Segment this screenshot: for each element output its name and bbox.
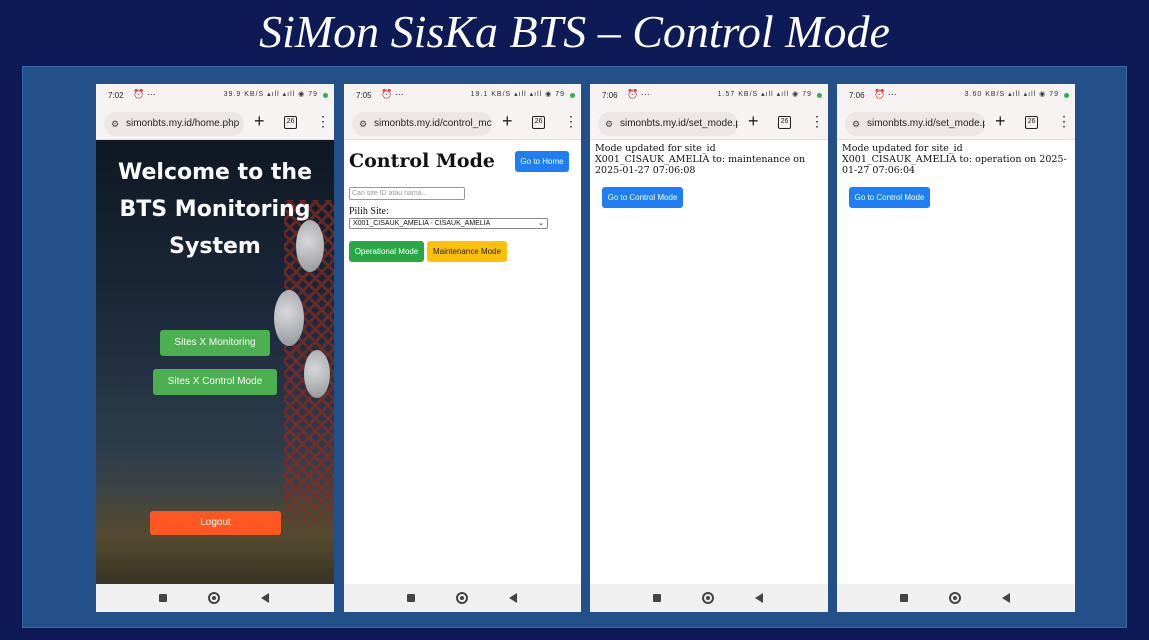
- logout-button[interactable]: Logout: [150, 511, 281, 535]
- tab-switcher-icon[interactable]: 26: [1025, 116, 1038, 129]
- browser-toolbar: ⚙ simonbts.my.id/set_mode.p + 26 ⋮: [837, 108, 1075, 140]
- browser-toolbar: ⚙ simonbts.my.id/control_mc + 26 ⋮: [344, 108, 581, 140]
- page-title: Control Mode: [349, 150, 495, 172]
- sites-control-mode-button[interactable]: Sites X Control Mode: [153, 369, 277, 395]
- go-to-control-mode-button[interactable]: Go to Control Mode: [849, 187, 930, 208]
- signal-battery-icon: 1.57 KB/S ▴ıll ▴ıll ◉ 79: [717, 91, 812, 98]
- alarm-icon: ⏰ ⋯: [874, 89, 897, 99]
- address-bar[interactable]: ⚙ simonbts.my.id/control_mc: [352, 112, 492, 136]
- recents-icon[interactable]: [900, 594, 908, 602]
- welcome-heading: Welcome to the BTS Monitoring System: [118, 160, 312, 259]
- sites-monitoring-button[interactable]: Sites X Monitoring: [160, 330, 270, 356]
- mode-updated-message: Mode updated for site_id X001_CISAUK_AME…: [595, 143, 806, 176]
- signal-battery-icon: 3.60 KB/S ▴ıll ▴ıll ◉ 79: [964, 91, 1059, 98]
- url-text: simonbts.my.id/set_mode.p: [867, 118, 985, 129]
- recents-icon[interactable]: [159, 594, 167, 602]
- url-text: simonbts.my.id/set_mode.p: [620, 118, 738, 129]
- browser-toolbar: ⚙ simonbts.my.id/set_mode.p + 26 ⋮: [590, 108, 828, 140]
- home-icon[interactable]: [702, 592, 714, 604]
- status-time: 7:06: [602, 91, 618, 100]
- status-bar: 7:05 ⏰ ⋯ 19.1 KB/S ▴ıll ▴ıll ◉ 79: [344, 84, 581, 108]
- recents-icon[interactable]: [653, 594, 661, 602]
- signal-battery-icon: 19.1 KB/S ▴ıll ▴ıll ◉ 79: [470, 91, 565, 98]
- status-time: 7:02: [108, 91, 124, 100]
- site-select[interactable]: X001_CISAUK_AMELIA - CISAUK_AMELIA ⌄: [349, 218, 548, 229]
- new-tab-icon[interactable]: +: [254, 111, 265, 132]
- home-icon[interactable]: [456, 592, 468, 604]
- camera-dot-icon: [323, 93, 328, 98]
- phone-home-screen: 7:02 ⏰ ⋯ 39.9 KB/S ▴ıll ▴ıll ◉ 79 ⚙ simo…: [96, 84, 334, 612]
- tab-switcher-icon[interactable]: 26: [532, 116, 545, 129]
- url-text: simonbts.my.id/control_mc: [374, 118, 492, 129]
- status-time: 7:05: [356, 91, 372, 100]
- hills-image: [96, 494, 334, 584]
- home-icon[interactable]: [949, 592, 961, 604]
- address-bar[interactable]: ⚙ simonbts.my.id/home.php: [104, 112, 244, 136]
- menu-kebab-icon[interactable]: ⋮: [564, 113, 578, 130]
- alarm-icon: ⏰ ⋯: [133, 89, 156, 99]
- phone-operation-result-screen: 7:06 ⏰ ⋯ 3.60 KB/S ▴ıll ▴ıll ◉ 79 ⚙ simo…: [837, 84, 1075, 612]
- android-nav-bar: [96, 584, 334, 612]
- new-tab-icon[interactable]: +: [995, 111, 1006, 132]
- site-settings-icon[interactable]: ⚙: [359, 112, 367, 136]
- tab-switcher-icon[interactable]: 26: [284, 116, 297, 129]
- chevron-down-icon: ⌄: [538, 220, 544, 227]
- pilih-site-label: Pilih Site:: [349, 206, 389, 217]
- dish-antenna-image: [274, 290, 304, 346]
- phone-maintenance-result-screen: 7:06 ⏰ ⋯ 1.57 KB/S ▴ıll ▴ıll ◉ 79 ⚙ simo…: [590, 84, 828, 612]
- site-search-input[interactable]: [349, 187, 465, 200]
- back-icon[interactable]: [1002, 593, 1010, 603]
- back-icon[interactable]: [755, 593, 763, 603]
- camera-dot-icon: [570, 93, 575, 98]
- alarm-icon: ⏰ ⋯: [627, 89, 650, 99]
- phone-control-mode-screen: 7:05 ⏰ ⋯ 19.1 KB/S ▴ıll ▴ıll ◉ 79 ⚙ simo…: [344, 84, 581, 612]
- new-tab-icon[interactable]: +: [748, 111, 759, 132]
- android-nav-bar: [344, 584, 581, 612]
- url-text: simonbts.my.id/home.php: [126, 118, 240, 129]
- alarm-icon: ⏰ ⋯: [381, 89, 404, 99]
- status-bar: 7:06 ⏰ ⋯ 1.57 KB/S ▴ıll ▴ıll ◉ 79: [590, 84, 828, 108]
- site-settings-icon[interactable]: ⚙: [852, 112, 860, 136]
- dish-antenna-image: [304, 350, 330, 398]
- slide-title: SiMon SisKa BTS – Control Mode: [259, 6, 890, 57]
- address-bar[interactable]: ⚙ simonbts.my.id/set_mode.p: [598, 112, 738, 136]
- status-bar: 7:06 ⏰ ⋯ 3.60 KB/S ▴ıll ▴ıll ◉ 79: [837, 84, 1075, 108]
- recents-icon[interactable]: [407, 594, 415, 602]
- maintenance-mode-button[interactable]: Maintenance Mode: [427, 241, 507, 262]
- operational-mode-button[interactable]: Operational Mode: [349, 241, 424, 262]
- menu-kebab-icon[interactable]: ⋮: [316, 113, 330, 130]
- signal-battery-icon: 39.9 KB/S ▴ıll ▴ıll ◉ 79: [223, 91, 318, 98]
- camera-dot-icon: [1064, 93, 1069, 98]
- go-to-home-button[interactable]: Go to Home: [515, 151, 569, 172]
- address-bar[interactable]: ⚙ simonbts.my.id/set_mode.p: [845, 112, 985, 136]
- menu-kebab-icon[interactable]: ⋮: [1057, 113, 1071, 130]
- android-nav-bar: [590, 584, 828, 612]
- browser-toolbar: ⚙ simonbts.my.id/home.php + 26 ⋮: [96, 108, 334, 140]
- selected-site-value: X001_CISAUK_AMELIA - CISAUK_AMELIA: [353, 220, 491, 227]
- camera-dot-icon: [817, 93, 822, 98]
- status-time: 7:06: [849, 91, 865, 100]
- menu-kebab-icon[interactable]: ⋮: [810, 113, 824, 130]
- mode-updated-message: Mode updated for site_id X001_CISAUK_AME…: [842, 143, 1067, 176]
- new-tab-icon[interactable]: +: [502, 111, 513, 132]
- status-bar: 7:02 ⏰ ⋯ 39.9 KB/S ▴ıll ▴ıll ◉ 79: [96, 84, 334, 108]
- site-settings-icon[interactable]: ⚙: [605, 112, 613, 136]
- go-to-control-mode-button[interactable]: Go to Control Mode: [602, 187, 683, 208]
- android-nav-bar: [837, 584, 1075, 612]
- site-settings-icon[interactable]: ⚙: [111, 112, 119, 136]
- tab-switcher-icon[interactable]: 26: [778, 116, 791, 129]
- home-icon[interactable]: [208, 592, 220, 604]
- back-icon[interactable]: [509, 593, 517, 603]
- back-icon[interactable]: [261, 593, 269, 603]
